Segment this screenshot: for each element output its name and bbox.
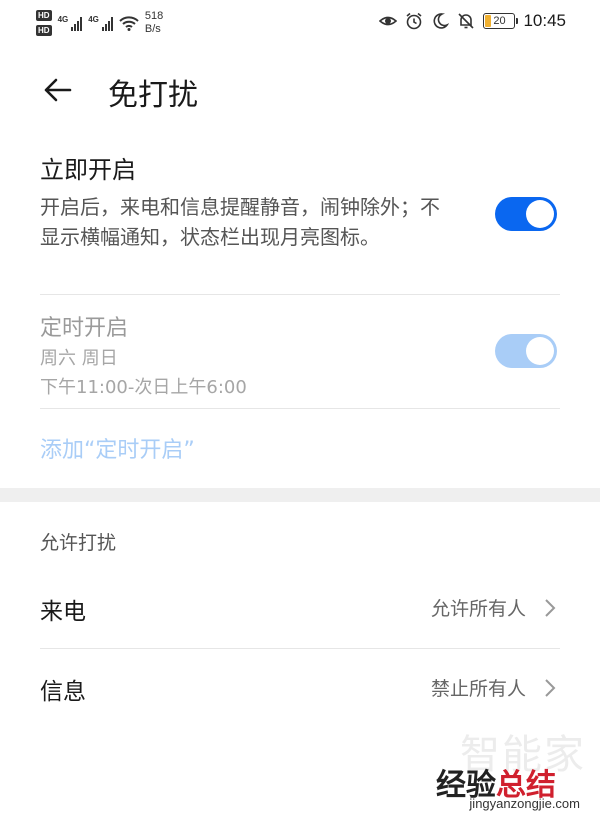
wifi-icon — [119, 16, 139, 31]
signal-bars-icon — [101, 15, 113, 31]
signal-1: 4G — [58, 15, 83, 31]
schedule-days: 周六 周日 — [40, 348, 118, 369]
battery-icon: 20 — [483, 13, 519, 29]
divider — [40, 648, 560, 649]
page-title: 免打扰 — [108, 78, 198, 113]
status-bar: HD HD 4G 4G 518 B/s 20 10:45 — [0, 0, 600, 44]
speed-value: 518 — [144, 10, 164, 22]
toggle-knob — [526, 200, 554, 228]
section-separator — [0, 488, 600, 502]
clock-time: 10:45 — [523, 11, 566, 30]
battery-level: 20 — [493, 15, 506, 27]
item-value: 允许所有人 — [430, 598, 526, 620]
immediate-title: 立即开启 — [40, 156, 136, 184]
toggle-knob — [526, 337, 554, 365]
signal-bars-icon — [71, 15, 83, 31]
speed-unit: B/s — [144, 23, 161, 35]
add-schedule-link[interactable]: 添加“定时开启” — [40, 432, 560, 464]
signal-2: 4G — [88, 15, 113, 31]
watermark: 智能家 经验总结 jingyanzongjie.com — [386, 722, 586, 814]
network-speed: 518 B/s — [145, 10, 163, 36]
network-type-1: 4G — [57, 15, 69, 24]
immediate-description: 开启后，来电和信息提醒静音，闹钟除外；不显示横幅通知，状态栏出现月亮图标。 — [40, 195, 440, 249]
chevron-right-icon — [545, 679, 556, 697]
eye-icon — [379, 16, 398, 26]
item-value: 禁止所有人 — [430, 678, 526, 700]
moon-icon — [433, 13, 450, 29]
allow-section-label: 允许打扰 — [40, 532, 117, 554]
list-item-messages[interactable]: 信息 禁止所有人 — [40, 658, 560, 718]
hd-badge-2: HD — [36, 25, 52, 36]
app-header: 免打扰 — [0, 58, 600, 122]
schedule-time-range: 下午11:00-次日上午6:00 — [40, 377, 247, 398]
list-item-calls[interactable]: 来电 允许所有人 — [40, 578, 560, 638]
schedule-title: 定时开启 — [40, 316, 129, 341]
hd-indicators: HD HD — [36, 10, 52, 36]
item-label: 来电 — [40, 599, 86, 625]
bell-off-icon — [458, 13, 475, 29]
network-type-2: 4G — [88, 15, 99, 24]
immediate-toggle[interactable] — [495, 197, 557, 231]
chevron-right-icon — [545, 599, 556, 617]
divider — [40, 408, 560, 409]
status-left: HD HD 4G 4G 518 B/s — [36, 6, 163, 40]
alarm-icon — [406, 12, 422, 30]
item-label: 信息 — [40, 679, 86, 705]
arrow-left-icon[interactable] — [40, 72, 76, 108]
watermark-url: jingyanzongjie.com — [469, 796, 580, 811]
battery-fill — [485, 15, 492, 27]
status-right: 20 10:45 — [379, 8, 566, 34]
divider — [40, 294, 560, 295]
schedule-toggle[interactable] — [495, 334, 557, 368]
hd-badge-1: HD — [36, 10, 52, 21]
